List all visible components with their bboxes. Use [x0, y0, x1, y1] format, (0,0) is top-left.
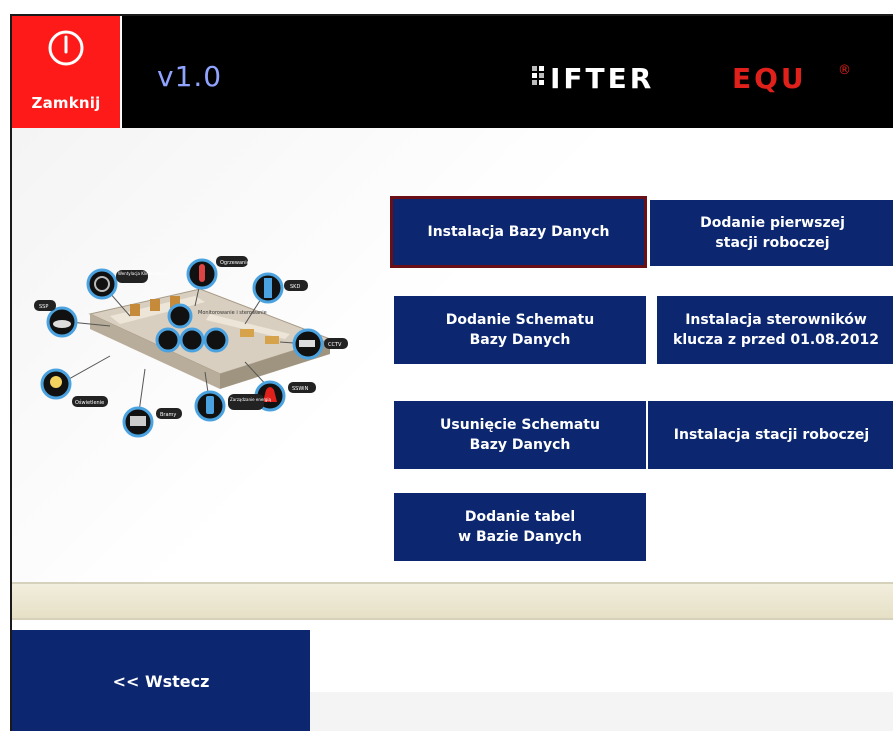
heating-node: Ogrzewanie	[186, 256, 250, 290]
close-label: Zamknij	[31, 94, 101, 112]
back-button[interactable]: << Wstecz	[12, 630, 310, 731]
version-label: v1.0	[157, 60, 223, 93]
ifter-equ-logo: IFTER EQU ®	[532, 58, 852, 102]
label-energy: Zarządzanie energią	[230, 397, 272, 402]
logo-grid-icon	[532, 66, 544, 85]
header-bar: Zamknij v1.0 IFTER EQU ®	[12, 16, 893, 128]
fire-icon	[167, 303, 193, 329]
ssp-node: SSP	[34, 300, 78, 338]
back-button-label: << Wstecz	[112, 672, 210, 691]
label-skd: SKD	[290, 284, 300, 290]
app-window: Zamknij v1.0 IFTER EQU ® Monitorowanie i…	[10, 14, 893, 731]
snowflake-icon	[203, 327, 229, 353]
tile-remove-schema[interactable]: Usunięcie Schematu Bazy Danych	[394, 401, 646, 469]
gauge-icon	[155, 327, 181, 353]
tile-install-drivers[interactable]: Instalacja sterowników klucza z przed 01…	[657, 296, 893, 364]
logo-registered: ®	[838, 63, 851, 78]
label-cctv: CCTV	[328, 342, 342, 348]
label-ventilation: Wentylacja Klimatyzacja	[118, 271, 167, 276]
label-lighting: Oświetlenie	[75, 399, 104, 406]
building-illustration: Monitorowanie i sterowanie Wentylacja Kl…	[34, 256, 348, 438]
label-ssp: SSP	[39, 304, 48, 310]
energy-node: Zarządzanie energią	[194, 390, 272, 422]
logo-text-white: IFTER	[550, 62, 654, 95]
tile-add-first-station[interactable]: Dodanie pierwszej stacji roboczej	[650, 200, 893, 266]
footer-background	[310, 692, 893, 731]
label-gates: Bramy	[160, 412, 176, 418]
sswin-node: SSWiN	[254, 380, 316, 412]
skd-node: SKD	[252, 272, 308, 304]
power-icon	[48, 30, 84, 66]
tile-install-station[interactable]: Instalacja stacji roboczej	[648, 401, 893, 469]
label-heating: Ogrzewanie	[220, 260, 250, 266]
label-sswin: SSWiN	[292, 386, 309, 392]
label-monitoring: Monitorowanie i sterowanie	[198, 310, 267, 316]
tile-add-schema[interactable]: Dodanie Schematu Bazy Danych	[394, 296, 646, 364]
tile-install-db[interactable]: Instalacja Bazy Danych	[390, 196, 647, 268]
divider-stripe	[12, 582, 893, 620]
tile-add-tables[interactable]: Dodanie tabel w Bazie Danych	[394, 493, 646, 561]
logo-text-red: EQU	[732, 62, 807, 95]
hub-icon	[179, 327, 205, 353]
ventilation-node: Wentylacja Klimatyzacja	[86, 268, 167, 300]
gates-node: Bramy	[122, 406, 182, 438]
close-button[interactable]: Zamknij	[12, 16, 122, 128]
